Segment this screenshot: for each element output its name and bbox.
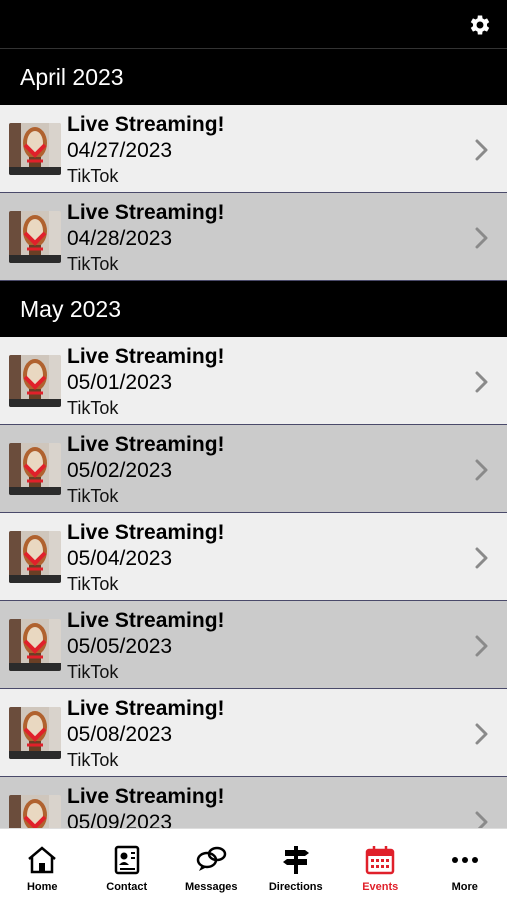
event-title: Live Streaming! xyxy=(67,697,225,720)
event-row[interactable]: Live Streaming! 05/01/2023 TikTok xyxy=(0,337,507,425)
event-row[interactable]: Live Streaming! 05/08/2023 TikTok xyxy=(0,689,507,777)
event-venue: TikTok xyxy=(67,398,119,418)
event-date: 05/04/2023 xyxy=(67,547,173,570)
tab-events[interactable]: Events xyxy=(338,829,423,900)
gear-icon[interactable] xyxy=(467,12,493,38)
event-title: Live Streaming! xyxy=(67,433,225,456)
event-title: Live Streaming! xyxy=(67,521,225,544)
chevron-right-icon xyxy=(475,635,489,657)
chevron-right-icon xyxy=(475,459,489,481)
event-text: Live Streaming! 05/08/2023 TikTok xyxy=(67,696,225,771)
event-text: Live Streaming! 04/27/2023 TikTok xyxy=(67,112,225,187)
event-venue: TikTok xyxy=(67,486,119,506)
home-icon xyxy=(28,846,57,874)
event-thumbnail xyxy=(9,355,61,407)
tab-directions[interactable]: Directions xyxy=(254,829,339,900)
tab-label: Messages xyxy=(184,881,238,893)
section-header: May 2023 xyxy=(0,281,507,337)
chevron-right-icon xyxy=(475,547,489,569)
tab-messages[interactable]: Messages xyxy=(169,829,254,900)
calendar-icon xyxy=(366,846,395,875)
event-date: 05/08/2023 xyxy=(67,723,173,746)
tab-label: Events xyxy=(362,881,399,893)
chevron-right-icon xyxy=(475,227,489,249)
event-thumbnail xyxy=(9,707,61,759)
event-title: Live Streaming! xyxy=(67,345,225,368)
tab-label: Contact xyxy=(106,881,148,893)
tab-home[interactable]: Home xyxy=(0,829,85,900)
event-text: Live Streaming! 05/01/2023 TikTok xyxy=(67,344,225,419)
event-thumbnail xyxy=(9,211,61,263)
tab-more[interactable]: More xyxy=(423,829,507,900)
top-bar xyxy=(0,0,507,49)
event-title: Live Streaming! xyxy=(67,201,225,224)
tab-contact[interactable]: Contact xyxy=(85,829,170,900)
event-row[interactable]: Live Streaming! 05/09/2023 xyxy=(0,777,507,828)
event-thumbnail xyxy=(9,443,61,495)
event-thumbnail xyxy=(9,795,61,828)
chevron-right-icon xyxy=(475,371,489,393)
more-dots-icon xyxy=(451,857,478,863)
events-list[interactable]: April 2023 Live Streaming! 04/27/2023 Ti… xyxy=(0,49,507,828)
event-date: 05/09/2023 xyxy=(67,811,173,828)
section-header: April 2023 xyxy=(0,49,507,105)
event-title: Live Streaming! xyxy=(67,609,225,632)
event-text: Live Streaming! 05/02/2023 TikTok xyxy=(67,432,225,507)
event-title: Live Streaming! xyxy=(67,785,225,808)
event-venue: TikTok xyxy=(67,166,119,186)
tab-bar: Home Contact Messages Directions Events … xyxy=(0,828,507,900)
event-date: 05/05/2023 xyxy=(67,635,173,658)
event-thumbnail xyxy=(9,123,61,175)
event-venue: TikTok xyxy=(67,254,119,274)
event-date: 05/02/2023 xyxy=(67,459,173,482)
chat-bubbles-icon xyxy=(197,846,227,871)
event-row[interactable]: Live Streaming! 04/27/2023 TikTok xyxy=(0,105,507,193)
event-row[interactable]: Live Streaming! 05/04/2023 TikTok xyxy=(0,513,507,601)
tab-label: Directions xyxy=(268,881,323,893)
event-thumbnail xyxy=(9,619,61,671)
event-row[interactable]: Live Streaming! 05/02/2023 TikTok xyxy=(0,425,507,513)
event-thumbnail xyxy=(9,531,61,583)
event-text: Live Streaming! 04/28/2023 TikTok xyxy=(67,200,225,275)
tab-label: Home xyxy=(26,881,58,893)
event-title: Live Streaming! xyxy=(67,113,225,136)
event-date: 04/27/2023 xyxy=(67,139,173,162)
contact-card-icon xyxy=(114,845,139,875)
event-text: Live Streaming! 05/05/2023 TikTok xyxy=(67,608,225,683)
event-row[interactable]: Live Streaming! 05/05/2023 TikTok xyxy=(0,601,507,689)
event-date: 05/01/2023 xyxy=(67,371,173,394)
event-text: Live Streaming! 05/09/2023 xyxy=(67,784,225,828)
signpost-icon xyxy=(282,846,309,874)
tab-label: More xyxy=(451,881,478,893)
event-text: Live Streaming! 05/04/2023 TikTok xyxy=(67,520,225,595)
event-venue: TikTok xyxy=(67,574,119,594)
event-venue: TikTok xyxy=(67,750,119,770)
chevron-right-icon xyxy=(475,139,489,161)
event-row[interactable]: Live Streaming! 04/28/2023 TikTok xyxy=(0,193,507,281)
event-venue: TikTok xyxy=(67,662,119,682)
event-date: 04/28/2023 xyxy=(67,227,173,250)
chevron-right-icon xyxy=(475,723,489,745)
chevron-right-icon xyxy=(475,811,489,828)
